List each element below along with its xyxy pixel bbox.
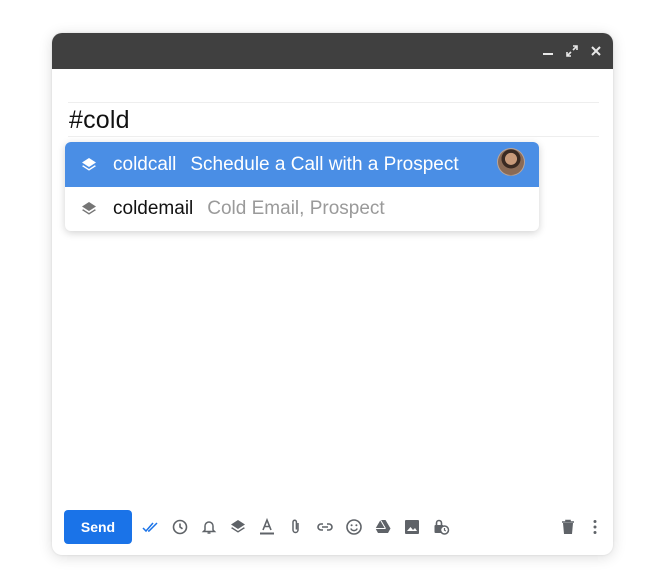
autocomplete-item-coldcall[interactable]: coldcall Schedule a Call with a Prospect xyxy=(65,142,539,187)
link-icon[interactable] xyxy=(315,517,335,537)
autocomplete-description: Schedule a Call with a Prospect xyxy=(190,153,459,175)
trash-icon[interactable] xyxy=(558,517,578,537)
double-check-icon[interactable] xyxy=(141,517,161,537)
autocomplete-shortcut: coldcall xyxy=(113,153,177,175)
minimize-icon[interactable] xyxy=(541,44,555,58)
text-format-icon[interactable] xyxy=(257,517,277,537)
compose-titlebar xyxy=(52,33,613,69)
recipient-divider xyxy=(68,102,599,103)
emoji-icon[interactable] xyxy=(344,517,364,537)
autocomplete-shortcut: coldemail xyxy=(113,198,194,219)
image-icon[interactable] xyxy=(402,517,422,537)
confidential-icon[interactable] xyxy=(431,517,451,537)
send-button[interactable]: Send xyxy=(64,510,132,544)
attachment-icon[interactable] xyxy=(286,517,306,537)
autocomplete-item-coldemail[interactable]: coldemail Cold Email, Prospect xyxy=(65,187,539,231)
snippet-autocomplete-dropdown: coldcall Schedule a Call with a Prospect… xyxy=(65,142,539,231)
avatar xyxy=(497,148,525,176)
compose-toolbar: Send xyxy=(64,510,601,544)
compose-window: #cold coldcall Schedule a Call with a Pr… xyxy=(52,33,613,555)
layers-icon xyxy=(82,202,96,215)
drive-icon[interactable] xyxy=(373,517,393,537)
close-icon[interactable] xyxy=(589,44,603,58)
more-vert-icon[interactable] xyxy=(585,517,605,537)
autocomplete-description: Cold Email, Prospect xyxy=(207,198,385,219)
bell-icon[interactable] xyxy=(199,517,219,537)
layers-icon[interactable] xyxy=(228,517,248,537)
message-body-text[interactable]: #cold xyxy=(69,106,130,135)
clock-icon[interactable] xyxy=(170,517,190,537)
expand-icon[interactable] xyxy=(565,44,579,58)
subject-divider xyxy=(68,136,599,137)
layers-icon xyxy=(82,157,96,171)
